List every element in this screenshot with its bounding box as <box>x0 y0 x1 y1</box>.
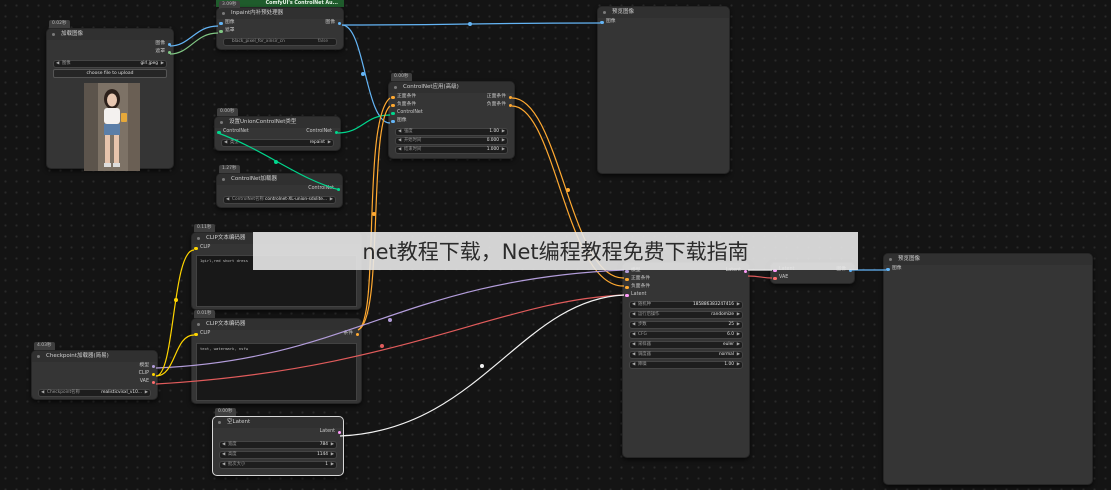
upload-button[interactable]: choose file to upload <box>53 69 167 78</box>
ksampler-node[interactable]: 模型 Latent 正面条件 负面条件 Latent ◀ 随机种 1858863832… <box>622 262 750 458</box>
input-port-positive[interactable]: 正面条件 正面条件 <box>389 93 514 101</box>
cfg-input[interactable]: ◀ CFG 6.0 ▶ <box>629 331 743 339</box>
node-title[interactable]: Checkpoint加载器(简易) <box>32 351 157 362</box>
exec-time-badge: 1.27秒 <box>219 165 240 173</box>
node-title[interactable]: CLIP文本编码器 <box>192 319 361 330</box>
wire-conditioning <box>357 105 391 331</box>
input-port-image[interactable]: 图像 图像 <box>217 19 343 27</box>
input-port-controlnet[interactable]: ControlNet <box>389 109 514 117</box>
empty-latent-node[interactable]: 0.00秒 空Latent Latent ◀ 宽度 784 ▶ ◀ 高度 1144 ▶ ◀ 批… <box>212 408 344 476</box>
output-port-clip[interactable]: CLIP <box>32 370 157 378</box>
exec-time-badge: 0.01秒 <box>194 310 215 318</box>
wire-image <box>169 25 219 47</box>
output-port-vae[interactable]: VAE <box>32 378 157 386</box>
node-title[interactable]: 预览图像 <box>884 254 1092 265</box>
inpaint-preprocessor-node[interactable]: 3.09秒 Inpaint内补预处理器 图像 图像 遮罩 black_pixel_… <box>216 1 344 50</box>
controlnet-name-select[interactable]: ◀ ControlNet名称 controlnet-XL-union-sdxlite… <box>223 196 336 204</box>
black-pixel-select[interactable]: black_pixel_for_xinsir_cn false <box>223 38 337 46</box>
node-title[interactable]: 预览图像 <box>598 7 729 18</box>
input-port-controlnet[interactable]: ControlNet ControlNet <box>215 128 340 136</box>
output-port-image[interactable]: 图像 <box>47 40 173 48</box>
arrow-left-icon[interactable]: ◀ <box>56 61 59 67</box>
wire-mask <box>169 32 219 55</box>
height-input[interactable]: ◀ 高度 1144 ▶ <box>219 451 337 459</box>
exec-time-badge: 0.00秒 <box>215 408 236 416</box>
controlnet-apply-node[interactable]: 0.00秒 ControlNet应用(高级) 正面条件 正面条件 负面条件 负面条件… <box>388 73 515 159</box>
input-port-image[interactable]: 图像 <box>884 265 1092 273</box>
title-banner: net教程下载，Net编程教程免费下载指南 <box>253 232 858 270</box>
node-title[interactable]: 设置UnionControlNet类型 <box>215 117 340 128</box>
control-after-generate-select[interactable]: ◀ 运行后操作 randomize ▶ <box>629 311 743 319</box>
denoise-input[interactable]: ◀ 降噪 1.00 ▶ <box>629 361 743 369</box>
wire-controlnet <box>337 114 391 134</box>
input-port-negative[interactable]: 负面条件 <box>623 283 749 291</box>
checkpoint-name-select[interactable]: ◀ Checkpoint名称 realisticvisxl_v10... ▶ <box>38 389 151 397</box>
image-select[interactable]: ◀ 图像 girl.jpeg ▶ <box>53 60 167 68</box>
prompt-textarea[interactable]: text, watermark, nsfw <box>196 343 357 401</box>
wire-latent <box>339 294 625 437</box>
output-port-controlnet[interactable]: ControlNet <box>217 185 342 193</box>
preview-image-node[interactable]: 预览图像 图像 <box>597 6 730 174</box>
scheduler-select[interactable]: ◀ 调度器 normal ▶ <box>629 351 743 359</box>
seed-input[interactable]: ◀ 随机种 185886383247416 ▶ <box>629 301 743 309</box>
input-port-mask[interactable]: 遮罩 <box>217 27 343 35</box>
exec-time-badge: 0.11秒 <box>194 224 215 232</box>
input-port-positive[interactable]: 正面条件 <box>623 275 749 283</box>
output-port-model[interactable]: 模型 <box>32 362 157 370</box>
clip-text-encode-negative-node[interactable]: 0.01秒 CLIP文本编码器 CLIP 条件 text, watermark, … <box>191 310 362 404</box>
arrow-right-icon[interactable]: ▶ <box>161 61 164 67</box>
node-title[interactable]: 加载图像 <box>47 29 173 40</box>
exec-time-badge: 0.00秒 <box>391 73 412 81</box>
width-input[interactable]: ◀ 宽度 784 ▶ <box>219 441 337 449</box>
node-title[interactable]: Inpaint内补预处理器 <box>217 8 343 19</box>
input-port-image[interactable]: 图像 <box>389 117 514 125</box>
exec-time-badge: 0.00秒 <box>217 108 238 116</box>
node-title[interactable]: 空Latent <box>213 417 343 428</box>
wire-vae <box>747 275 773 279</box>
controlnet-loader-node[interactable]: 1.27秒 ControlNet加载器 ControlNet ◀ ControlN… <box>216 165 343 208</box>
checkpoint-loader-node[interactable]: 4.03秒 Checkpoint加载器(简易) 模型 CLIP VAE ◀ Che… <box>31 342 158 400</box>
type-select[interactable]: ◀ 类型 repaint ▶ <box>221 139 334 147</box>
exec-time-badge: 0.02秒 <box>49 20 70 28</box>
wire-image <box>341 24 391 124</box>
input-port-vae[interactable]: VAE <box>771 274 854 282</box>
input-port-image[interactable]: 图像 <box>598 18 729 26</box>
image-preview <box>84 83 140 171</box>
output-port-mask[interactable]: 遮罩 <box>47 48 173 56</box>
wire-clip <box>155 334 195 377</box>
end-percent-input[interactable]: ◀ 结束时间 1.000 ▶ <box>395 146 508 154</box>
input-port-latent[interactable]: Latent <box>623 291 749 299</box>
wire-conditioning <box>357 97 391 331</box>
wire-clip <box>155 249 195 377</box>
preview-image-node-right[interactable]: 预览图像 图像 <box>883 253 1093 485</box>
wire-image <box>341 22 601 26</box>
strength-input[interactable]: ◀ 强度 1.00 ▶ <box>395 128 508 136</box>
input-port-negative[interactable]: 负面条件 负面条件 <box>389 101 514 109</box>
sampler-select[interactable]: ◀ 采样器 euler ▶ <box>629 341 743 349</box>
node-title[interactable]: ControlNet应用(高级) <box>389 82 514 93</box>
node-title[interactable]: ControlNet加载器 <box>217 174 342 185</box>
input-port-clip[interactable]: CLIP 条件 <box>192 330 361 338</box>
load-image-node[interactable]: 0.02秒 加载图像 图像 遮罩 ◀ 图像 girl.jpeg ▶ choose… <box>46 20 174 171</box>
batch-size-input[interactable]: ◀ 批次大小 1 ▶ <box>219 461 337 469</box>
start-percent-input[interactable]: ◀ 开始时间 0.000 ▶ <box>395 137 508 145</box>
steps-input[interactable]: ◀ 步数 25 ▶ <box>629 321 743 329</box>
union-controlnet-type-node[interactable]: 0.00秒 设置UnionControlNet类型 ControlNet Cont… <box>214 108 341 151</box>
exec-time-badge: 4.03秒 <box>34 342 55 350</box>
output-port-latent[interactable]: Latent <box>213 428 343 436</box>
